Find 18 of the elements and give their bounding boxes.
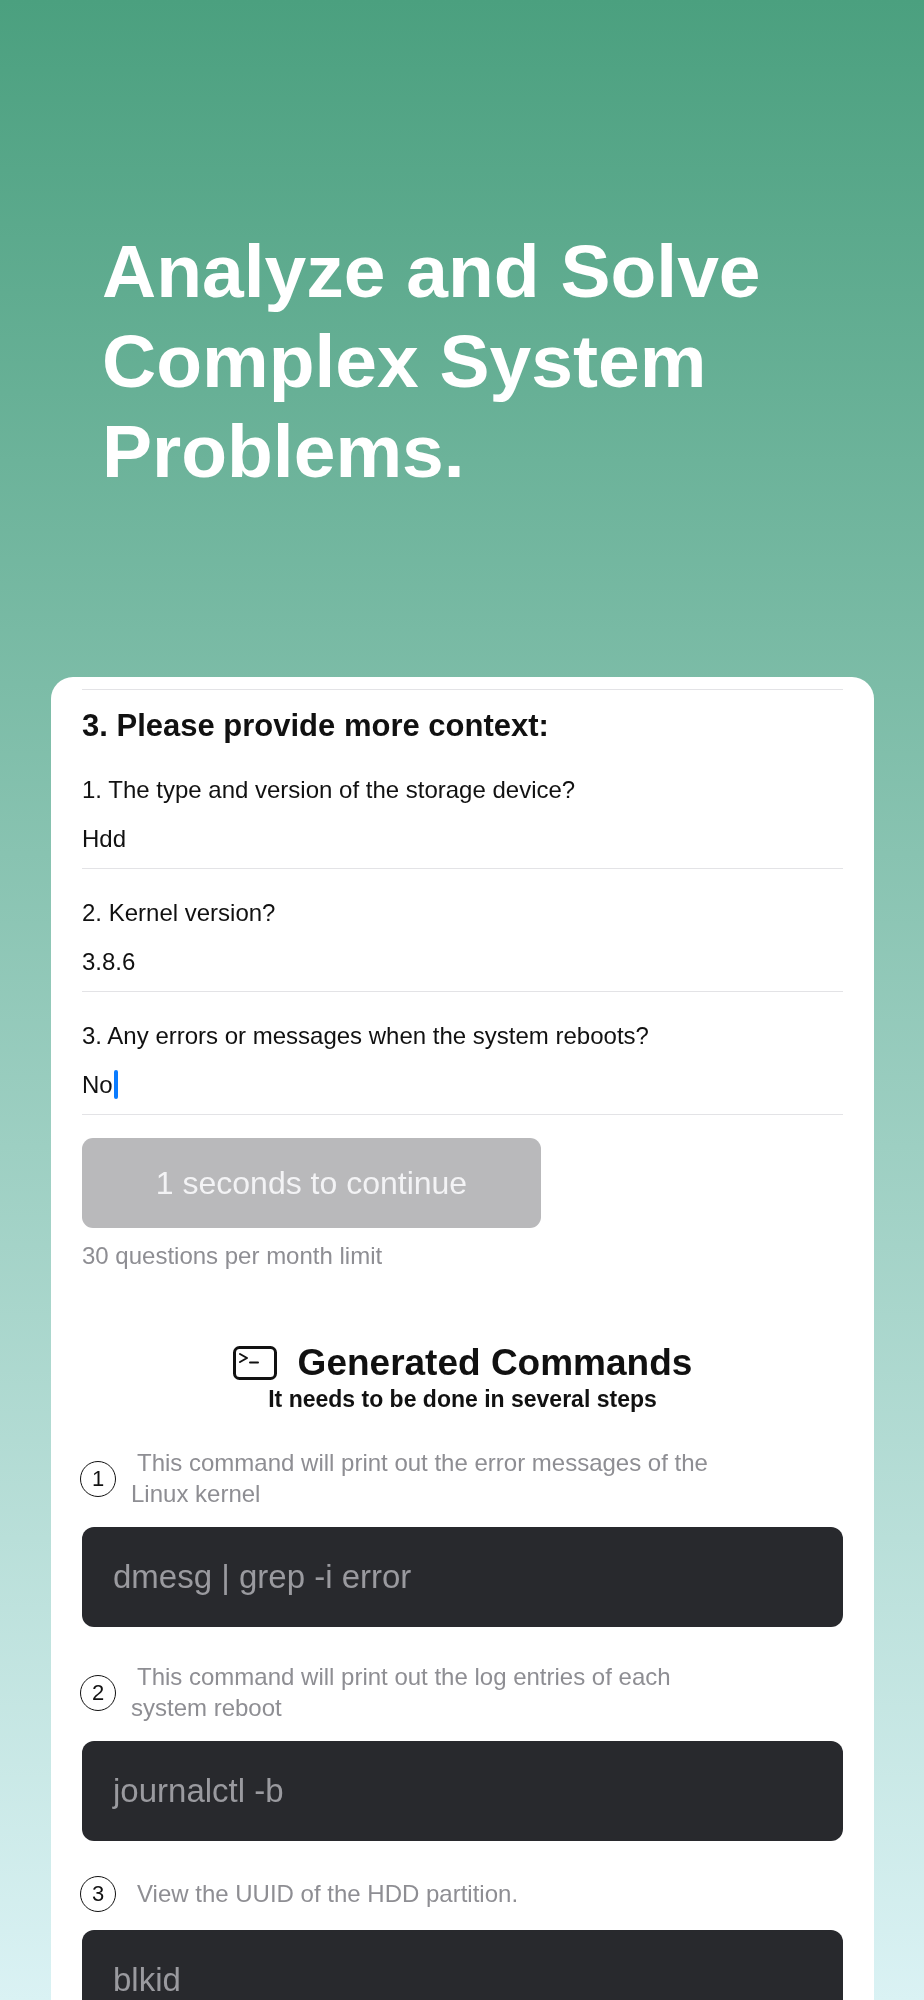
limit-note: 30 questions per month limit	[82, 1241, 384, 1272]
question-label: 3. Any errors or messages when the system reboots?	[82, 1020, 650, 1051]
section-title: Generated Commands	[297, 1341, 693, 1386]
hero-title: Analyze and Solve Complex System Problems.	[102, 228, 762, 495]
command-code: dmesg | grep -i error	[82, 1527, 843, 1628]
step-description: View the UUID of the HDD partition.	[136, 1878, 520, 1909]
step-description: This command will print out the log entries of each system reboot	[131, 1662, 672, 1723]
terminal-icon	[232, 1346, 277, 1381]
section-heading: 3. Please provide more context:	[82, 708, 550, 744]
answer-field[interactable]: 3.8.6	[82, 946, 843, 992]
question-label: 2. Kernel version?	[82, 897, 277, 928]
step-description: This command will print out the error messages of the Linux kernel	[131, 1448, 709, 1509]
answer-field[interactable]: Hdd	[82, 823, 843, 869]
question-label: 1. The type and version of the storage device?	[82, 774, 577, 805]
command-code: blkid	[82, 1930, 843, 2000]
answer-field[interactable]: No	[82, 1069, 843, 1115]
section-subtitle: It needs to be done in several steps	[267, 1385, 658, 1414]
command-code: journalctl -b	[82, 1741, 843, 1842]
